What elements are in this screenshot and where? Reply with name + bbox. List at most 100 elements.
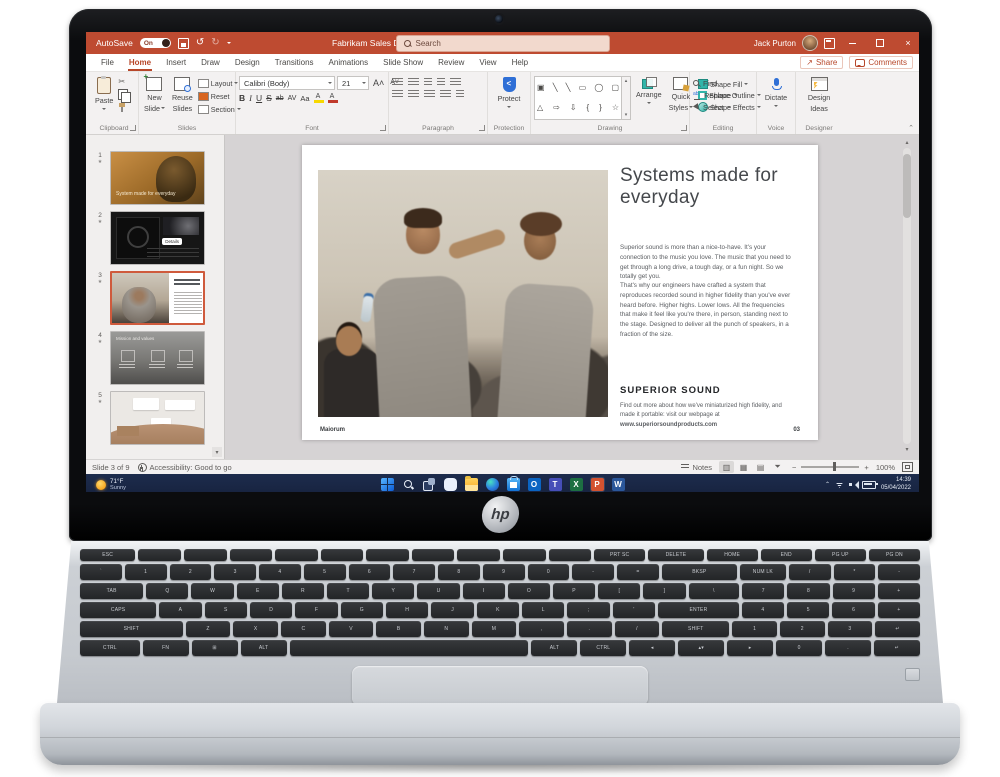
redo-icon[interactable]: ↻ bbox=[211, 38, 219, 48]
key-b[interactable]: B bbox=[376, 621, 421, 637]
key--[interactable]: \ bbox=[689, 583, 740, 599]
wifi-icon[interactable] bbox=[835, 481, 844, 488]
key-blank[interactable] bbox=[549, 549, 592, 561]
key-i[interactable]: I bbox=[463, 583, 505, 599]
key-2[interactable]: 2 bbox=[780, 621, 825, 637]
tab-design[interactable]: Design bbox=[234, 56, 261, 69]
key-a[interactable]: A bbox=[159, 602, 201, 618]
key-p[interactable]: P bbox=[553, 583, 595, 599]
key--[interactable]: . bbox=[567, 621, 612, 637]
font-name-combo[interactable]: Calibri (Body) bbox=[239, 76, 335, 90]
key-ctrl[interactable]: CTRL bbox=[580, 640, 626, 656]
slide-subheading[interactable]: SUPERIOR SOUND bbox=[620, 385, 721, 396]
paste-button[interactable]: Paste bbox=[93, 76, 115, 113]
tray-chevron-icon[interactable]: ⌃ bbox=[825, 481, 830, 488]
key--[interactable]: , bbox=[519, 621, 564, 637]
key-m[interactable]: M bbox=[472, 621, 517, 637]
shape-glyph[interactable]: ╲ bbox=[566, 84, 571, 92]
slide-2-thumbnail[interactable]: Details bbox=[110, 211, 205, 265]
key--[interactable]: ⊞ bbox=[192, 640, 238, 656]
align-center-icon[interactable] bbox=[408, 90, 419, 98]
search-icon[interactable] bbox=[401, 477, 416, 492]
battery-icon[interactable] bbox=[862, 481, 876, 489]
key--[interactable]: = bbox=[617, 564, 659, 580]
align-right-icon[interactable] bbox=[424, 90, 435, 98]
shape-glyph[interactable]: △ bbox=[537, 104, 543, 112]
line-spacing-icon[interactable] bbox=[450, 78, 461, 86]
user-name[interactable]: Jack Purton bbox=[754, 39, 796, 48]
clipboard-dialog-launcher[interactable] bbox=[130, 125, 136, 131]
slideshow-view-icon[interactable]: ⏷ bbox=[770, 461, 785, 473]
key-blank[interactable] bbox=[138, 549, 181, 561]
close-button[interactable]: × bbox=[897, 32, 919, 54]
key--[interactable]: . bbox=[825, 640, 871, 656]
excel-icon[interactable] bbox=[569, 477, 584, 492]
tab-review[interactable]: Review bbox=[437, 56, 465, 69]
powerpoint-icon[interactable] bbox=[590, 477, 605, 492]
key--[interactable]: ◂ bbox=[629, 640, 675, 656]
teams-icon[interactable] bbox=[548, 477, 563, 492]
zoom-slider-thumb[interactable] bbox=[833, 462, 836, 471]
key-x[interactable]: X bbox=[233, 621, 278, 637]
collapse-ribbon-icon[interactable]: ⌃ bbox=[908, 124, 914, 132]
cut-icon[interactable]: ✂ bbox=[118, 78, 128, 86]
key-n[interactable]: N bbox=[424, 621, 469, 637]
shape-glyph[interactable]: ╲ bbox=[553, 84, 558, 92]
key-8[interactable]: 8 bbox=[438, 564, 480, 580]
key-alt[interactable]: ALT bbox=[531, 640, 577, 656]
restore-button[interactable] bbox=[869, 32, 891, 54]
key-pg-up[interactable]: PG UP bbox=[815, 549, 866, 561]
normal-view-icon[interactable]: ▥ bbox=[719, 461, 734, 473]
underline-button[interactable]: U bbox=[256, 94, 262, 103]
search-input[interactable]: Search bbox=[396, 35, 610, 52]
key--[interactable]: + bbox=[878, 583, 920, 599]
strikethrough-button[interactable]: S bbox=[266, 94, 272, 103]
key-blank[interactable] bbox=[184, 549, 227, 561]
autosave-toggle[interactable]: On bbox=[140, 38, 171, 48]
shape-glyph[interactable]: ◯ bbox=[594, 84, 603, 92]
key-0[interactable]: 0 bbox=[776, 640, 822, 656]
shape-glyph[interactable]: ☆ bbox=[612, 104, 619, 112]
design-ideas-button[interactable]: DesignIdeas bbox=[806, 76, 832, 114]
slide-paragraph-2[interactable]: That's why our engineers have crafted a … bbox=[620, 281, 796, 340]
shape-glyph[interactable]: ▭ bbox=[579, 84, 587, 92]
fit-slide-to-window-icon[interactable] bbox=[902, 462, 913, 472]
tab-view[interactable]: View bbox=[478, 56, 497, 69]
slide-paragraph-1[interactable]: Superior sound is more than a nice-to-ha… bbox=[620, 243, 796, 282]
key-r[interactable]: R bbox=[282, 583, 324, 599]
key-tab[interactable]: TAB bbox=[80, 583, 143, 599]
key--[interactable]: ▸ bbox=[727, 640, 773, 656]
key-5[interactable]: 5 bbox=[787, 602, 829, 618]
key-2[interactable]: 2 bbox=[170, 564, 212, 580]
slide-footer-text[interactable]: Find out more about how we've miniaturiz… bbox=[620, 402, 798, 430]
key-5[interactable]: 5 bbox=[304, 564, 346, 580]
touchpad[interactable] bbox=[352, 666, 648, 706]
key-y[interactable]: Y bbox=[372, 583, 414, 599]
key-9[interactable]: 9 bbox=[833, 583, 875, 599]
drawing-dialog-launcher[interactable] bbox=[681, 125, 687, 131]
save-icon[interactable] bbox=[178, 38, 189, 49]
key-e[interactable]: E bbox=[237, 583, 279, 599]
key-blank[interactable] bbox=[366, 549, 409, 561]
key-3[interactable]: 3 bbox=[214, 564, 256, 580]
fingerprint-reader[interactable] bbox=[905, 668, 920, 681]
key--[interactable]: + bbox=[878, 602, 920, 618]
word-icon[interactable] bbox=[611, 477, 626, 492]
key-blank[interactable] bbox=[321, 549, 364, 561]
slide-sorter-view-icon[interactable]: ▦ bbox=[736, 461, 751, 473]
key-num-lk[interactable]: NUM LK bbox=[740, 564, 786, 580]
bold-button[interactable]: B bbox=[239, 94, 245, 103]
key-q[interactable]: Q bbox=[146, 583, 188, 599]
key--[interactable]: - bbox=[572, 564, 614, 580]
key-4[interactable]: 4 bbox=[259, 564, 301, 580]
file-explorer-icon[interactable] bbox=[464, 477, 479, 492]
key-end[interactable]: END bbox=[761, 549, 812, 561]
grow-font-icon[interactable]: A˄ bbox=[371, 77, 386, 90]
shape-glyph[interactable]: ⇩ bbox=[570, 104, 577, 112]
justify-icon[interactable] bbox=[440, 90, 451, 98]
reuse-slides-button[interactable]: ReuseSlides bbox=[170, 76, 195, 114]
undo-icon[interactable]: ↺ bbox=[196, 38, 204, 48]
bullets-icon[interactable] bbox=[392, 78, 403, 86]
notes-button[interactable]: Notes bbox=[681, 463, 712, 472]
vertical-scrollbar[interactable]: ▴ ▾ bbox=[901, 139, 913, 453]
